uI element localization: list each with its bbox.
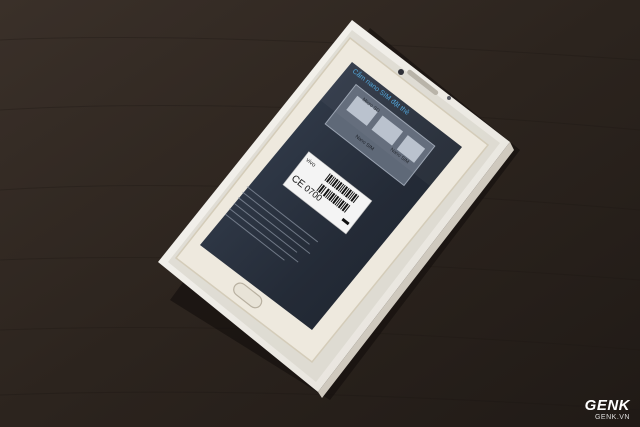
watermark-site: GENK.VN bbox=[594, 414, 630, 421]
sensor-dot bbox=[447, 96, 451, 100]
site-watermark: GENK GENK.VN bbox=[585, 398, 630, 421]
watermark-brand: GENK bbox=[584, 397, 630, 414]
photo-scene: Cắm nano SIM đặt thẻ Micro SD Nano SIM N… bbox=[0, 0, 640, 427]
front-camera-icon bbox=[398, 69, 404, 75]
